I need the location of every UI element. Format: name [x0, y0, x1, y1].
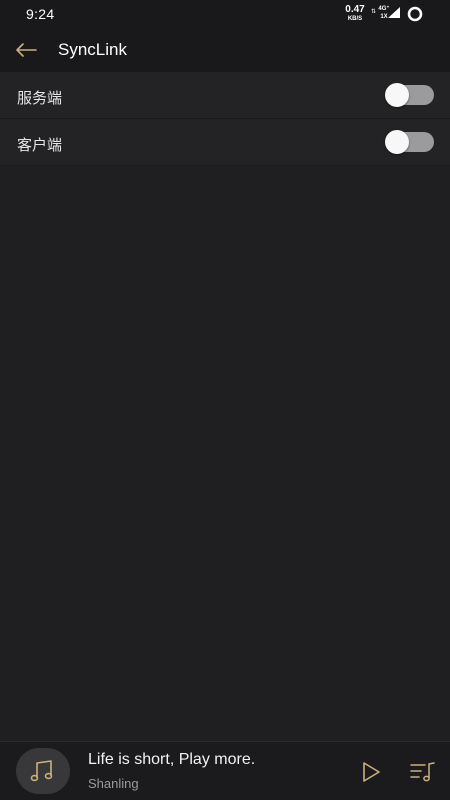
battery-ring-icon — [407, 6, 423, 22]
album-art[interactable] — [16, 748, 70, 794]
play-button[interactable] — [358, 759, 384, 785]
setting-label-server: 服务端 — [17, 90, 63, 107]
server-toggle[interactable] — [385, 83, 434, 107]
setting-row-client[interactable]: 客户端 — [0, 119, 450, 166]
network-speed-unit: KB/S — [347, 16, 363, 22]
setting-label-client: 客户端 — [17, 137, 63, 154]
toggle-knob — [385, 83, 409, 107]
back-arrow-icon — [16, 43, 37, 57]
playlist-icon — [410, 762, 435, 782]
mini-player[interactable]: Life is short, Play more. Shanling — [0, 741, 450, 800]
playlist-button[interactable] — [408, 759, 436, 785]
status-bar: 9:24 0.47 KB/S ⇅ 4G⁺ 1X — [0, 0, 450, 28]
client-toggle[interactable] — [385, 130, 434, 154]
network-speed: 0.47 KB/S — [342, 4, 368, 23]
settings-list: 服务端 客户端 — [0, 72, 450, 166]
screen: 9:24 0.47 KB/S ⇅ 4G⁺ 1X SyncLink 服务端 客户端… — [0, 0, 450, 800]
setting-row-server[interactable]: 服务端 — [0, 72, 450, 119]
music-note-icon — [30, 760, 53, 782]
page-title: SyncLink — [58, 40, 127, 59]
song-artist: Shanling — [88, 776, 139, 791]
play-icon — [363, 762, 380, 782]
signal-icon — [388, 7, 400, 18]
status-time: 9:24 — [26, 6, 55, 22]
back-button[interactable] — [10, 34, 42, 66]
app-header: SyncLink — [0, 28, 450, 72]
song-title: Life is short, Play more. — [88, 751, 256, 768]
toggle-knob — [385, 130, 409, 154]
network-speed-value: 0.47 — [345, 4, 365, 15]
